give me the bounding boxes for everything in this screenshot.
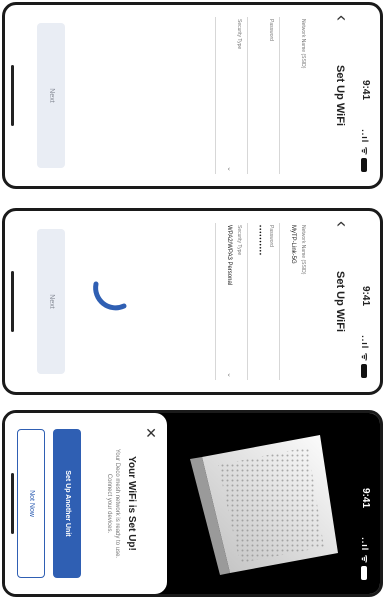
home-indicator (11, 473, 14, 534)
signal-icon: ..ıl ᯤ (359, 129, 372, 172)
status-time: 9:41 (360, 80, 371, 101)
security-type-select[interactable]: Security Type ⌄ (215, 17, 246, 174)
next-button[interactable]: Next (37, 229, 65, 374)
security-type-label: Security Type (236, 225, 242, 256)
page-title: Set Up WiFi (334, 270, 346, 332)
ssid-label: Network Name (SSID) (300, 225, 306, 275)
password-label: Password (268, 225, 274, 247)
phone-screen-setup-loading: 9:41 ..ıl ᯤ ‹ Set Up WiFi Network Name (… (2, 208, 383, 395)
status-time: 9:41 (360, 488, 371, 509)
battery-icon (361, 566, 368, 580)
page-title: Set Up WiFi (334, 64, 346, 126)
ssid-field[interactable]: Network Name (SSID) (279, 17, 310, 174)
status-bar: 9:41 ..ıl ᯤ (352, 211, 380, 392)
set-up-another-unit-button[interactable]: Set Up Another Unit (53, 429, 81, 578)
battery-icon (361, 364, 368, 378)
home-indicator (11, 65, 14, 126)
security-type-select[interactable]: Security Type WPA2/WPA3 Personal ⌄ (215, 223, 246, 380)
not-now-button[interactable]: Not Now (17, 429, 45, 578)
ssid-label: Network Name (SSID) (300, 19, 306, 69)
security-type-value: WPA2/WPA3 Personal (226, 225, 232, 286)
signal-icon: ..ıl ᯤ (359, 537, 372, 580)
password-field[interactable]: Password (247, 17, 278, 174)
phone-screen-setup-complete: 9:41 ..ıl ᯤ ✕ Your WiFi is Set Up! Your … (2, 410, 383, 597)
chevron-down-icon: ⌄ (226, 372, 233, 378)
success-sheet: ✕ Your WiFi is Set Up! Your Deco mesh ne… (5, 413, 167, 594)
chevron-down-icon: ⌄ (226, 166, 233, 172)
security-type-label: Security Type (236, 19, 242, 50)
status-time: 9:41 (360, 286, 371, 307)
success-heading: Your WiFi is Set Up! (126, 456, 137, 551)
password-field[interactable]: Password •••••••••• (247, 223, 278, 380)
home-indicator (11, 271, 14, 332)
router-illustration (190, 435, 338, 575)
close-icon[interactable]: ✕ (142, 427, 159, 439)
phone-screen-setup-empty: 9:41 ..ıl ᯤ ‹ Set Up WiFi Network Name (… (2, 2, 383, 189)
password-value: •••••••••• (256, 225, 262, 257)
signal-icon: ..ıl ᯤ (359, 335, 372, 378)
success-message: Your Deco mesh network is ready to use. … (106, 448, 120, 559)
status-bar: 9:41 ..ıl ᯤ (352, 413, 380, 594)
next-button[interactable]: Next (37, 23, 65, 168)
loading-spinner-icon (93, 281, 127, 311)
battery-icon (361, 158, 368, 172)
router-hero-image: 9:41 ..ıl ᯤ (155, 413, 380, 594)
status-bar: 9:41 ..ıl ᯤ (352, 5, 380, 186)
ssid-value: MyTP-Link-5G (290, 225, 296, 264)
password-label: Password (268, 19, 274, 41)
ssid-field[interactable]: Network Name (SSID) MyTP-Link-5G (279, 223, 310, 380)
